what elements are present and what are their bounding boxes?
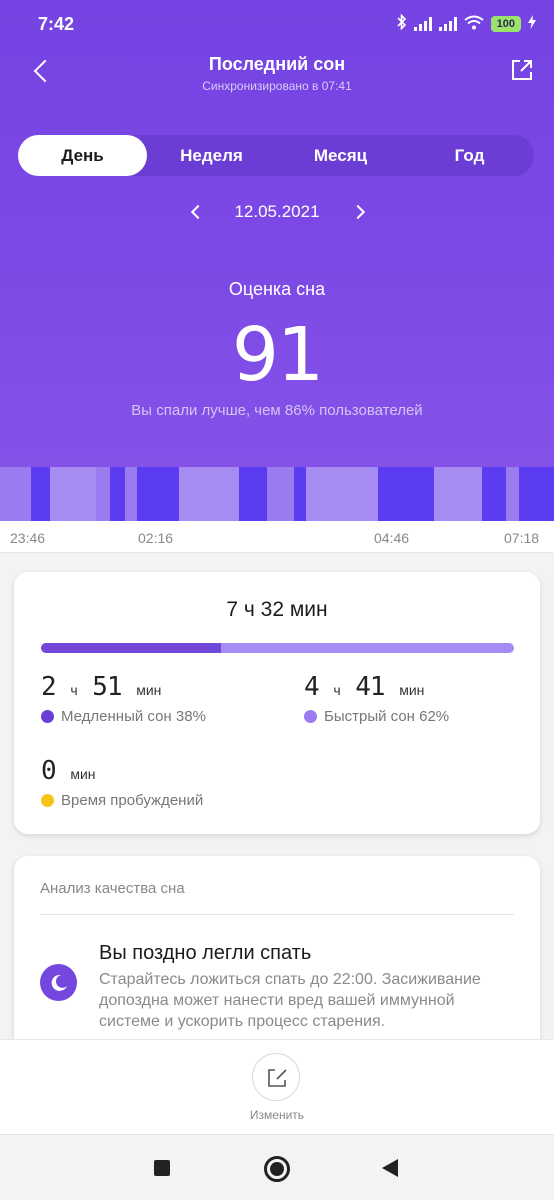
analysis-heading: Анализ качества сна <box>40 880 185 897</box>
minutes-unit: мин <box>136 682 162 698</box>
tip-text: Старайтесь ложиться спать до 22:00. Заси… <box>99 971 481 1030</box>
deep-sleep-segment <box>239 467 267 521</box>
score-label: Оценка сна <box>228 279 326 299</box>
deep-sleep-segment <box>378 467 434 521</box>
light-sleep-segment <box>179 467 239 521</box>
status-icons: 100 <box>397 13 536 33</box>
deep-sleep-segment <box>519 467 554 521</box>
charging-icon <box>528 15 536 32</box>
deep-hours: 2 <box>41 672 57 702</box>
deep-sleep-label: Медленный сон 38% <box>61 708 206 725</box>
sleep-summary-card[interactable]: 7 ч 32 мин 2 ч 51 мин Медленный сон 38% … <box>14 572 540 834</box>
sleep-stage-svg <box>0 467 554 521</box>
light-sleep-dot <box>304 710 317 723</box>
score-value: 91 <box>231 312 324 398</box>
bluetooth-icon <box>397 13 407 33</box>
battery-icon: 100 <box>490 15 521 32</box>
tab-day[interactable]: День <box>18 135 147 176</box>
share-icon[interactable] <box>510 58 534 82</box>
date-navigator: 12.05.2021 <box>0 196 554 228</box>
awake-stat: 0 мин Время пробуждений <box>41 756 203 809</box>
sync-status: Синхронизировано в 07:41 <box>202 79 352 93</box>
page-title: Последний сон <box>208 54 346 74</box>
time-axis: 23:46 02:16 04:46 07:18 <box>0 521 554 553</box>
top-bar: Последний сон Синхронизировано в 07:41 <box>0 48 554 98</box>
chevron-right-icon[interactable] <box>350 202 370 222</box>
total-sleep-duration: 7 ч 32 мин <box>226 598 328 621</box>
deep-sleep-fill <box>41 643 221 653</box>
hours-unit: ч <box>70 682 78 698</box>
moon-icon <box>40 964 77 1001</box>
deep-sleep-segment <box>31 467 50 521</box>
wifi-icon <box>464 15 484 33</box>
header-hero: 7:42 100 Последний сон Синхронизировано … <box>0 0 554 470</box>
home-icon[interactable] <box>264 1156 290 1182</box>
sleep-stage-chart[interactable] <box>0 467 554 521</box>
time-tick: 23:46 <box>10 530 46 546</box>
period-tabs: День Неделя Месяц Год <box>18 135 534 176</box>
deep-sleep-dot <box>41 710 54 723</box>
nav-back-icon[interactable] <box>382 1159 398 1177</box>
awake-legend: Время пробуждений <box>41 792 203 809</box>
tab-week[interactable]: Неделя <box>147 135 276 176</box>
minutes-unit: мин <box>70 766 96 782</box>
minutes-unit: мин <box>399 682 425 698</box>
deep-sleep-stat: 2 ч 51 мин Медленный сон 38% <box>41 672 206 725</box>
recents-icon[interactable] <box>154 1160 170 1176</box>
edit-label: Изменить <box>249 1108 305 1122</box>
score-comparison: Вы спали лучше, чем 86% пользователей <box>131 402 423 419</box>
light-sleep-label: Быстрый сон 62% <box>324 708 450 725</box>
light-sleep-segment <box>0 467 31 521</box>
light-minutes: 41 <box>355 672 385 702</box>
tab-month[interactable]: Месяц <box>276 135 405 176</box>
deep-sleep-duration: 2 ч 51 мин <box>41 672 206 702</box>
edit-button[interactable] <box>252 1053 300 1101</box>
sleep-ratio-bar <box>41 643 514 653</box>
time-tick: 02:16 <box>138 530 174 546</box>
deep-sleep-segment <box>137 467 179 521</box>
light-sleep-segment <box>50 467 96 521</box>
sleep-analysis-card[interactable]: Анализ качества сна Вы поздно легли спат… <box>14 856 540 1056</box>
status-bar: 7:42 100 <box>0 0 554 50</box>
deep-sleep-segment <box>294 467 306 521</box>
current-date: 12.05.2021 <box>234 202 320 221</box>
hours-unit: ч <box>333 682 341 698</box>
awake-duration: 0 мин <box>41 756 203 786</box>
deep-sleep-segment <box>110 467 125 521</box>
awake-label: Время пробуждений <box>61 792 204 809</box>
signal-icon <box>413 16 432 31</box>
deep-sleep-segment <box>482 467 506 521</box>
light-sleep-segment <box>306 467 378 521</box>
time-tick: 07:18 <box>504 530 540 546</box>
divider <box>40 914 514 915</box>
awake-minutes: 0 <box>41 756 57 786</box>
deep-sleep-legend: Медленный сон 38% <box>41 708 206 725</box>
light-sleep-segment <box>434 467 482 521</box>
deep-minutes: 51 <box>92 672 122 702</box>
bottom-action-panel: Изменить <box>0 1039 554 1134</box>
edit-icon <box>268 1069 287 1087</box>
light-sleep-legend: Быстрый сон 62% <box>304 708 449 725</box>
signal-icon-2 <box>438 16 457 31</box>
tip-title: Вы поздно легли спать <box>99 942 312 964</box>
light-hours: 4 <box>304 672 320 702</box>
light-sleep-stat: 4 ч 41 мин Быстрый сон 62% <box>304 672 449 725</box>
status-time: 7:42 <box>38 14 75 34</box>
awake-dot <box>41 794 54 807</box>
tab-year[interactable]: Год <box>405 135 534 176</box>
time-tick: 04:46 <box>374 530 410 546</box>
light-sleep-duration: 4 ч 41 мин <box>304 672 449 702</box>
system-nav-bar <box>0 1134 554 1200</box>
